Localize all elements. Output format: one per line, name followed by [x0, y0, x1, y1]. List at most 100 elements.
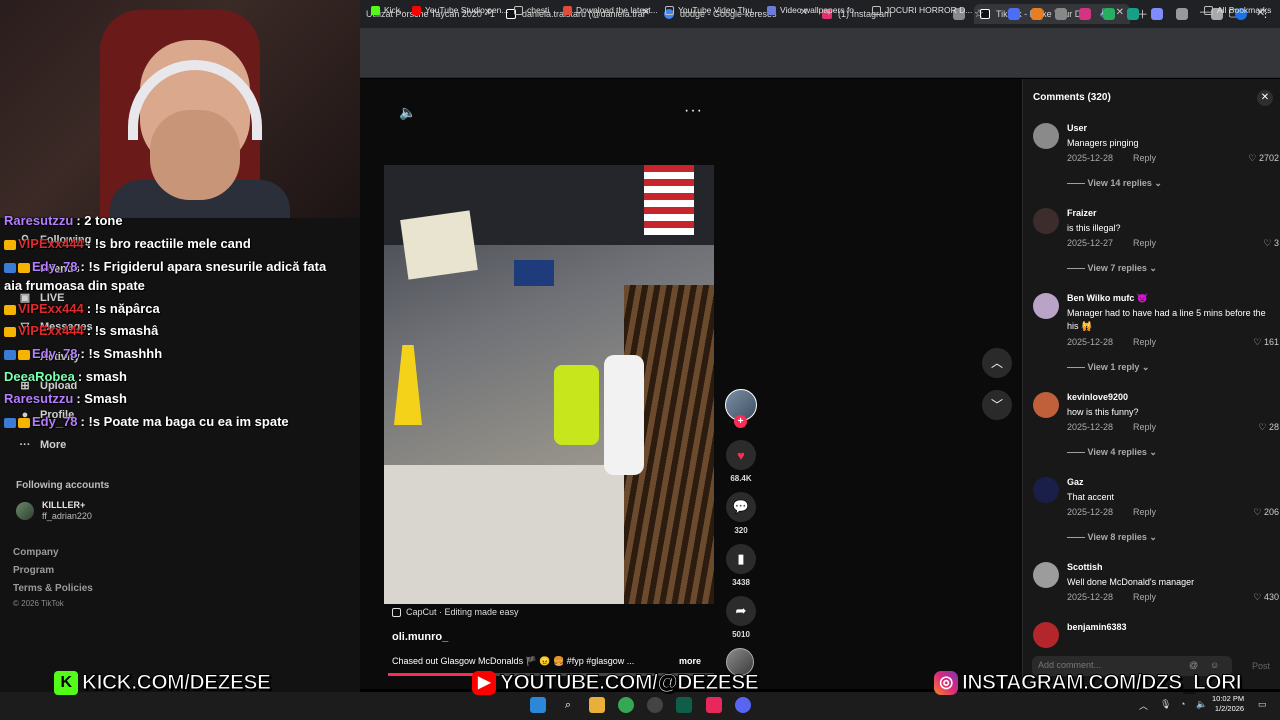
reply-button[interactable]: Reply: [1133, 238, 1156, 248]
comment-like[interactable]: ♡ 430: [1253, 592, 1279, 603]
nav-more[interactable]: ··· More: [18, 438, 67, 452]
reply-button[interactable]: Reply: [1133, 422, 1156, 432]
obs-icon[interactable]: [647, 697, 663, 713]
caption-more-button[interactable]: more: [679, 656, 701, 666]
youtube-icon: [412, 5, 421, 15]
extension-icon[interactable]: [1031, 8, 1043, 20]
bookmark-item[interactable]: Download the latest...: [563, 5, 658, 15]
chat-message: VIPExx444: !s smashâ: [4, 323, 158, 338]
share-icon[interactable]: ➦: [726, 596, 756, 626]
comment-like[interactable]: ♡ 206: [1253, 507, 1279, 518]
discord-icon[interactable]: [735, 697, 751, 713]
avatar[interactable]: [1033, 392, 1059, 418]
like-action[interactable]: ♥ 68.4K: [724, 440, 758, 483]
footer-terms-link[interactable]: Terms & Policies: [13, 583, 93, 594]
extension-icon[interactable]: [1079, 8, 1091, 20]
bookmark-item[interactable]: Kick: [371, 5, 400, 15]
heart-outline-icon: ♡: [1258, 422, 1269, 432]
sub-badge-icon: [4, 326, 16, 337]
footer-company-link[interactable]: Company: [13, 547, 59, 558]
capcut-tag[interactable]: CapCut · Editing made easy: [392, 607, 519, 617]
video-author[interactable]: oli.munro_: [392, 631, 448, 643]
file-explorer-icon[interactable]: [589, 697, 605, 713]
chat-message: VIPExx444: !s bro reactiile mele cand: [4, 236, 251, 251]
reply-button[interactable]: Reply: [1133, 337, 1156, 347]
comment-action[interactable]: 💬 320: [724, 492, 758, 535]
kick-logo-icon: K: [54, 671, 78, 695]
avatar[interactable]: [1033, 208, 1059, 234]
tray-chevron-icon[interactable]: ︿: [1139, 699, 1148, 712]
copyright: © 2026 TikTok: [13, 599, 64, 608]
follow-plus-icon[interactable]: +: [734, 415, 747, 428]
address-bar[interactable]: [360, 28, 1280, 56]
puzzle-icon[interactable]: [1176, 8, 1188, 20]
comment-like[interactable]: ♡ 28: [1258, 422, 1279, 433]
bookmark-item[interactable]: YouTube Video Thu...: [665, 5, 759, 15]
folder-icon: [872, 5, 881, 15]
sub-badge-icon: [4, 239, 16, 250]
video-caption: Chased out Glasgow McDonalds 🏴 😠 🍔 #fyp …: [392, 656, 635, 666]
footer-program-link[interactable]: Program: [13, 565, 54, 576]
comment-like[interactable]: ♡ 3: [1263, 238, 1279, 249]
extension-icon[interactable]: [1127, 8, 1139, 20]
more-options-icon[interactable]: ···: [684, 102, 703, 120]
extension-icon[interactable]: [1055, 8, 1067, 20]
app-icon[interactable]: [676, 697, 692, 713]
view-replies-button[interactable]: —— View 8 replies ⌄: [1067, 532, 1157, 543]
windows-start-icon[interactable]: [530, 697, 546, 713]
sub-badge-icon: [18, 262, 30, 273]
share-action[interactable]: ➦ 5010: [724, 596, 758, 639]
save-action[interactable]: ▮ 3438: [724, 544, 758, 587]
mod-badge-icon: [4, 262, 16, 273]
view-replies-button[interactable]: —— View 14 replies ⌄: [1067, 178, 1162, 189]
view-replies-button[interactable]: —— View 1 reply ⌄: [1067, 362, 1149, 373]
reply-button[interactable]: Reply: [1133, 592, 1156, 602]
heart-icon[interactable]: ♥: [726, 440, 756, 470]
search-icon[interactable]: ⌕: [560, 697, 576, 713]
reply-button[interactable]: Reply: [1133, 153, 1156, 163]
extension-icon[interactable]: [1151, 8, 1163, 20]
mod-badge-icon: [4, 349, 16, 360]
avatar[interactable]: [1033, 477, 1059, 503]
video-player[interactable]: [384, 165, 714, 604]
avatar[interactable]: [1033, 293, 1059, 319]
heart-outline-icon: ♡: [1253, 337, 1264, 347]
comment-like[interactable]: ♡ 161: [1253, 337, 1279, 348]
following-account[interactable]: KILLLER+ ff_adrian220: [16, 500, 92, 522]
avatar[interactable]: [1033, 622, 1059, 648]
volume-tray-icon[interactable]: 🔈: [1196, 699, 1207, 710]
avatar[interactable]: [1033, 123, 1059, 149]
comment-icon[interactable]: 💬: [726, 492, 756, 522]
heart-outline-icon: ♡: [1253, 507, 1264, 517]
star-icon[interactable]: ☆: [974, 8, 986, 20]
close-icon[interactable]: ✕: [1116, 7, 1124, 18]
folder-icon: [514, 5, 523, 15]
heart-outline-icon: ♡: [1248, 153, 1259, 163]
extension-icon[interactable]: [1103, 8, 1115, 20]
avatar[interactable]: [1033, 562, 1059, 588]
bookmark-item[interactable]: JOCURI HORROR D...: [872, 5, 972, 15]
all-bookmarks[interactable]: All Bookmarks: [1204, 5, 1271, 15]
chrome-icon[interactable]: [618, 697, 634, 713]
chat-message: Raresutzzu: Smash: [4, 391, 127, 406]
previous-video-button[interactable]: ︿: [982, 348, 1012, 378]
bookmark-item[interactable]: Video wallpapers fo...: [767, 5, 861, 15]
view-replies-button[interactable]: —— View 7 replies ⌄: [1067, 263, 1157, 274]
tiktok-app-icon[interactable]: [706, 697, 722, 713]
bookmark-icon[interactable]: ▮: [726, 544, 756, 574]
bookmark-item[interactable]: chesti: [514, 5, 549, 15]
bookmark-item[interactable]: YouTube Studio pen...: [412, 5, 509, 15]
view-replies-button[interactable]: —— View 4 replies ⌄: [1067, 447, 1157, 458]
wifi-icon[interactable]: ◔: [1180, 699, 1185, 709]
notification-icon[interactable]: ▭: [1258, 699, 1267, 710]
mic-icon[interactable]: 🎙: [1160, 699, 1171, 710]
heart-outline-icon: ♡: [1253, 592, 1264, 602]
reply-button[interactable]: Reply: [1133, 507, 1156, 517]
avatar: [16, 502, 34, 520]
volume-icon[interactable]: 🔈: [399, 104, 416, 121]
close-icon[interactable]: ✕: [1257, 90, 1273, 106]
next-video-button[interactable]: ﹀: [982, 390, 1012, 420]
extension-icon[interactable]: [1008, 8, 1020, 20]
comment-like[interactable]: ♡ 2702: [1248, 153, 1279, 164]
post-comment-button[interactable]: Post: [1252, 661, 1270, 671]
